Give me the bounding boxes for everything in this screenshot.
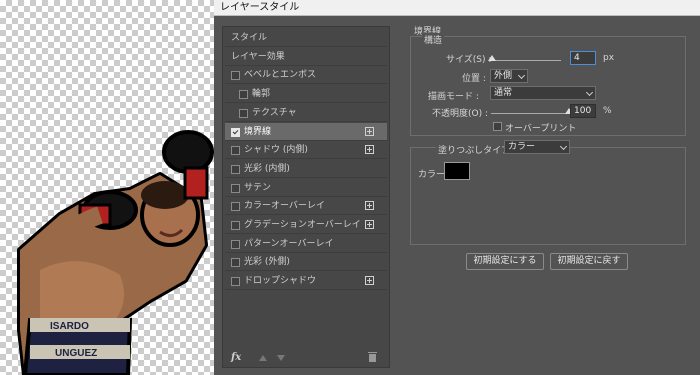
opacity-unit: % bbox=[603, 106, 612, 116]
move-down-icon[interactable] bbox=[277, 355, 285, 361]
effects-list-toolbar: fx bbox=[223, 351, 389, 367]
effect-item-label: 光彩 (内側) bbox=[244, 163, 290, 174]
effect-checkbox[interactable] bbox=[239, 90, 248, 100]
add-effect-icon[interactable] bbox=[365, 126, 374, 136]
effect-item[interactable]: グラデーションオーバーレイ bbox=[225, 216, 387, 234]
svg-text:UNGUEZ: UNGUEZ bbox=[55, 348, 97, 359]
chevron-down-icon bbox=[559, 142, 568, 151]
opacity-label: 不透明度(O) : bbox=[432, 109, 488, 119]
add-effect-icon[interactable] bbox=[365, 145, 374, 155]
effect-checkbox[interactable] bbox=[231, 258, 240, 268]
effect-checkbox[interactable] bbox=[239, 108, 248, 118]
effect-checkbox[interactable] bbox=[231, 239, 240, 249]
effect-item-label: 境界線 bbox=[244, 126, 272, 137]
overprint-checkbox[interactable] bbox=[493, 122, 502, 131]
blend-mode-label: 描画モード : bbox=[428, 92, 479, 102]
position-dropdown[interactable]: 外側 bbox=[490, 69, 528, 83]
structure-title: 構造 bbox=[422, 33, 445, 46]
effect-item-label: 輪郭 bbox=[252, 89, 271, 100]
opacity-input[interactable]: 100 bbox=[570, 104, 596, 118]
fill-type-dropdown[interactable]: カラー bbox=[504, 140, 570, 154]
svg-text:ISARDO: ISARDO bbox=[50, 321, 89, 332]
effect-item[interactable]: ベベルとエンボス bbox=[225, 66, 387, 85]
effect-item[interactable]: カラーオーバーレイ bbox=[225, 197, 387, 216]
effect-item-label: グラデーションオーバーレイ bbox=[244, 220, 361, 230]
add-effect-icon[interactable] bbox=[365, 201, 374, 211]
effect-item-label: サテン bbox=[244, 182, 272, 193]
effect-item[interactable]: レイヤー効果 bbox=[225, 48, 387, 66]
set-default-button[interactable]: 初期設定にする bbox=[466, 253, 544, 270]
opacity-slider-track[interactable] bbox=[491, 113, 569, 114]
size-unit: px bbox=[603, 53, 615, 63]
effect-item[interactable]: 光彩 (内側) bbox=[225, 160, 387, 178]
add-effect-icon[interactable] bbox=[365, 220, 374, 229]
size-slider-thumb[interactable] bbox=[488, 55, 497, 61]
effect-item-label: テクスチャ bbox=[252, 107, 297, 118]
fx-icon[interactable]: fx bbox=[231, 352, 241, 363]
effect-item-label: 光彩 (外側) bbox=[244, 257, 290, 268]
size-slider-track[interactable] bbox=[491, 60, 561, 61]
effects-list-panel: スタイルレイヤー効果ベベルとエンボス輪郭テクスチャ境界線シャドウ (内側) 光彩 … bbox=[222, 26, 390, 368]
color-swatch[interactable] bbox=[444, 162, 470, 180]
chevron-down-icon bbox=[517, 71, 526, 80]
effect-item[interactable]: テクスチャ bbox=[225, 104, 387, 122]
effect-item[interactable]: 光彩 (外側) bbox=[225, 253, 387, 272]
effect-item[interactable]: シャドウ (内側) bbox=[225, 141, 387, 160]
trash-icon[interactable] bbox=[368, 352, 377, 362]
effect-item[interactable]: パターンオーバーレイ bbox=[225, 235, 387, 253]
effect-item-label: シャドウ (内側) bbox=[244, 145, 308, 156]
layer-style-dialog: レイヤースタイル スタイルレイヤー効果ベベルとエンボス輪郭テクスチャ境界線シャド… bbox=[214, 0, 700, 375]
effect-item-label: ベベルとエンボス bbox=[244, 70, 317, 81]
position-value: 外側 bbox=[494, 71, 513, 81]
window-title: レイヤースタイル bbox=[214, 0, 700, 16]
effect-checkbox[interactable] bbox=[231, 202, 240, 212]
position-label: 位置 : bbox=[462, 74, 486, 84]
fill-type-value: カラー bbox=[508, 142, 536, 152]
effect-item-label: レイヤー効果 bbox=[231, 51, 285, 62]
size-input[interactable]: 4 bbox=[570, 51, 596, 65]
effect-checkbox[interactable] bbox=[231, 146, 240, 156]
effect-item[interactable]: ドロップシャドウ bbox=[225, 272, 387, 291]
effect-checkbox[interactable] bbox=[231, 127, 240, 137]
overprint-label: オーバープリント bbox=[505, 124, 577, 134]
reset-default-button[interactable]: 初期設定に戻す bbox=[550, 253, 628, 270]
boxer-image: ISARDO UNGUEZ bbox=[17, 130, 214, 375]
canvas-area: ISARDO UNGUEZ bbox=[0, 0, 214, 375]
size-label: サイズ(S) : bbox=[446, 55, 492, 65]
chevron-down-icon bbox=[585, 88, 594, 97]
effect-checkbox[interactable] bbox=[231, 221, 240, 230]
effect-checkbox[interactable] bbox=[231, 164, 240, 174]
add-effect-icon[interactable] bbox=[365, 276, 374, 286]
effect-checkbox[interactable] bbox=[231, 277, 240, 287]
blend-mode-value: 通常 bbox=[494, 88, 513, 98]
effect-checkbox[interactable] bbox=[231, 71, 240, 81]
effect-item-label: カラーオーバーレイ bbox=[244, 201, 325, 212]
effect-item[interactable]: 輪郭 bbox=[225, 85, 387, 104]
effect-checkbox[interactable] bbox=[231, 183, 240, 193]
effect-item-label: ドロップシャドウ bbox=[244, 276, 317, 287]
effect-item[interactable]: スタイル bbox=[225, 29, 387, 47]
effect-item-label: パターンオーバーレイ bbox=[244, 238, 334, 249]
move-up-icon[interactable] bbox=[259, 355, 267, 361]
effect-item[interactable]: サテン bbox=[225, 179, 387, 197]
effect-item[interactable]: 境界線 bbox=[225, 122, 387, 141]
effect-item-label: スタイル bbox=[231, 33, 268, 43]
blend-mode-dropdown[interactable]: 通常 bbox=[490, 86, 596, 100]
